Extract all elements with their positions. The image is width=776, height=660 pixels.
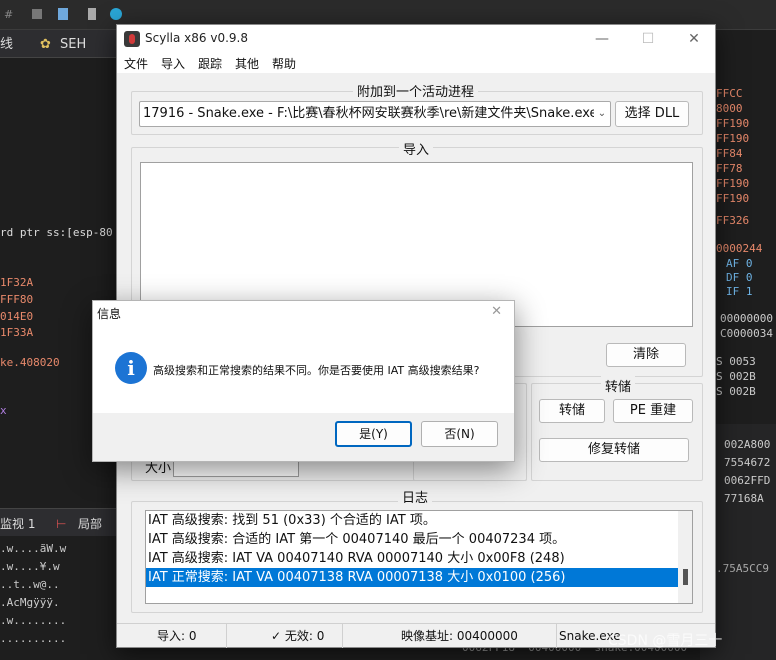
dump-group [531,383,703,481]
minimize-icon[interactable]: — [579,25,625,53]
status-image-base: 映像基址: 00400000 [343,624,557,648]
tab-locals[interactable]: 局部 [78,513,102,535]
dump-pane: .w....ãW.w .w....¥.w ..t..w@.. .AcMgÿÿÿ.… [0,536,118,660]
pe-rebuild-button[interactable]: PE 重建 [613,399,693,423]
asm-line: 1F33A [0,326,34,339]
process-select[interactable]: 17916 - Snake.exe - F:\比赛\春秋杯网安联赛秋季\re\新… [139,101,611,127]
dump-line: .w........ [0,614,67,627]
log-list[interactable]: IAT 高级搜索: 找到 51 (0x33) 个合适的 IAT 项。 IAT 高… [145,510,693,604]
dump-line: .w....¥.w [0,560,60,573]
close-icon[interactable]: ✕ [671,25,717,53]
stack-line: 7554672 [724,456,771,469]
info-dialog: 信息 ✕ i 高级搜索和正常搜索的结果不同。你是否要使用 IAT 高级搜索结果?… [92,300,515,462]
register-line: FF78 [716,162,743,175]
dump-line: ..t..w@.. [0,578,60,591]
dump-line: .AcMgÿÿÿ. [0,596,60,609]
dump-line: .w....ãW.w [0,542,67,555]
segment-line: S 002B [716,385,756,398]
chevron-down-icon[interactable]: ⌄ [594,102,610,126]
log-scrollbar[interactable] [678,511,692,603]
menu-trace[interactable]: 跟踪 [198,55,222,72]
segment-line: S 002B [716,370,756,383]
locals-icon: ⊢ [56,517,67,531]
menu-file[interactable]: 文件 [124,55,148,72]
select-dll-button[interactable]: 选择 DLL [615,101,689,127]
watermark: CSDN @雪月三十 [608,633,723,649]
stack-line: 77168A [724,492,764,505]
flag-line: AF 0 [726,257,753,270]
menu-bar: 文件 导入 跟踪 其他 帮助 [117,53,715,73]
register-line: FF190 [716,117,750,130]
stack-line: 002A800 [724,438,771,451]
register-line: FF190 [716,192,750,205]
log-line: IAT 高级搜索: IAT VA 00407140 RVA 00007140 大… [148,551,565,566]
toolbar-page-icon[interactable] [58,8,68,20]
clear-button[interactable]: 清除 [606,343,686,367]
dialog-title-bar: 信息 ✕ [93,301,514,325]
scylla-logo-icon [124,31,140,47]
register-line: 8000 [716,102,743,115]
menu-misc[interactable]: 其他 [235,55,259,72]
flag-line: IF 1 [726,285,753,298]
toolbar-font-icon[interactable] [32,9,42,19]
tab-seh[interactable]: SEH [60,34,86,56]
status-invalid: ✓ 无效: 0 [227,624,343,648]
yes-button[interactable]: 是(Y) [335,421,412,447]
asm-label: ke.408020 [0,356,60,369]
register-line: FF326 [716,214,750,227]
segment-line: S 0053 [716,355,756,368]
menu-help[interactable]: 帮助 [272,55,296,72]
debugger-bottom-tabs: 监视 1 ⊢ 局部 [0,508,118,536]
stack-line: .75A5CC9 [716,562,769,575]
tab-threads[interactable]: 线 [0,34,13,56]
log-scrollbar-thumb[interactable] [683,569,688,585]
register-line: 00000000 [720,312,773,325]
close-icon[interactable]: ✕ [491,304,502,319]
register-line: 0000244 [716,242,763,255]
fix-dump-button[interactable]: 修复转储 [539,438,689,462]
asm-line: 1F32A [0,276,34,289]
tab-watch[interactable]: 监视 1 [0,513,35,535]
no-button[interactable]: 否(N) [421,421,498,447]
dialog-message: 高级搜索和正常搜索的结果不同。你是否要使用 IAT 高级搜索结果? [153,364,480,377]
log-line: IAT 高级搜索: 找到 51 (0x33) 个合适的 IAT 项。 [148,513,436,528]
dump-group-title: 转储 [601,376,636,395]
stack-line: 0062FFD [724,474,771,487]
flag-line: DF 0 [726,271,753,284]
asm-line: 014E0 [0,310,34,323]
asm-line: FFF80 [0,293,34,306]
status-imports: 导入: 0 [117,624,227,648]
log-group-title: 日志 [398,487,433,506]
toolbar-globe-icon[interactable] [110,8,122,20]
title-bar: Scylla x86 v0.9.8 — ☐ ✕ [117,25,715,53]
dialog-body: i 高级搜索和正常搜索的结果不同。你是否要使用 IAT 高级搜索结果? [93,325,514,413]
info-icon: i [115,352,147,384]
toolbar-list-icon[interactable] [88,8,96,20]
toolbar-hash-icon[interactable]: # [4,8,13,21]
window-title: Scylla x86 v0.9.8 [145,31,248,45]
log-line-selected[interactable]: IAT 正常搜索: IAT VA 00407138 RVA 00007138 大… [146,568,678,587]
asm-snippet: rd ptr ss:[esp-80 [0,226,113,239]
dump-line: .......... [0,632,67,645]
dump-button[interactable]: 转储 [539,399,605,423]
menu-imports[interactable]: 导入 [161,55,185,72]
imports-group-title: 导入 [399,139,434,158]
register-line: FFCC [716,87,743,100]
process-select-value: 17916 - Snake.exe - F:\比赛\春秋杯网安联赛秋季\re\新… [143,106,598,121]
register-line: FF84 [716,147,743,160]
register-line: FF190 [716,177,750,190]
seh-icon: ✿ [40,37,51,52]
debugger-tabbar: 线 ✿ SEH [0,30,118,58]
register-line: C0000034 [720,327,773,340]
register-line: FF190 [716,132,750,145]
attach-group-title: 附加到一个活动进程 [353,81,479,100]
asm-x: x [0,404,7,417]
dialog-title: 信息 [97,307,122,321]
log-line: IAT 高级搜索: 合适的 IAT 第一个 00407140 最后一个 0040… [148,532,566,547]
maximize-icon[interactable]: ☐ [625,25,671,53]
